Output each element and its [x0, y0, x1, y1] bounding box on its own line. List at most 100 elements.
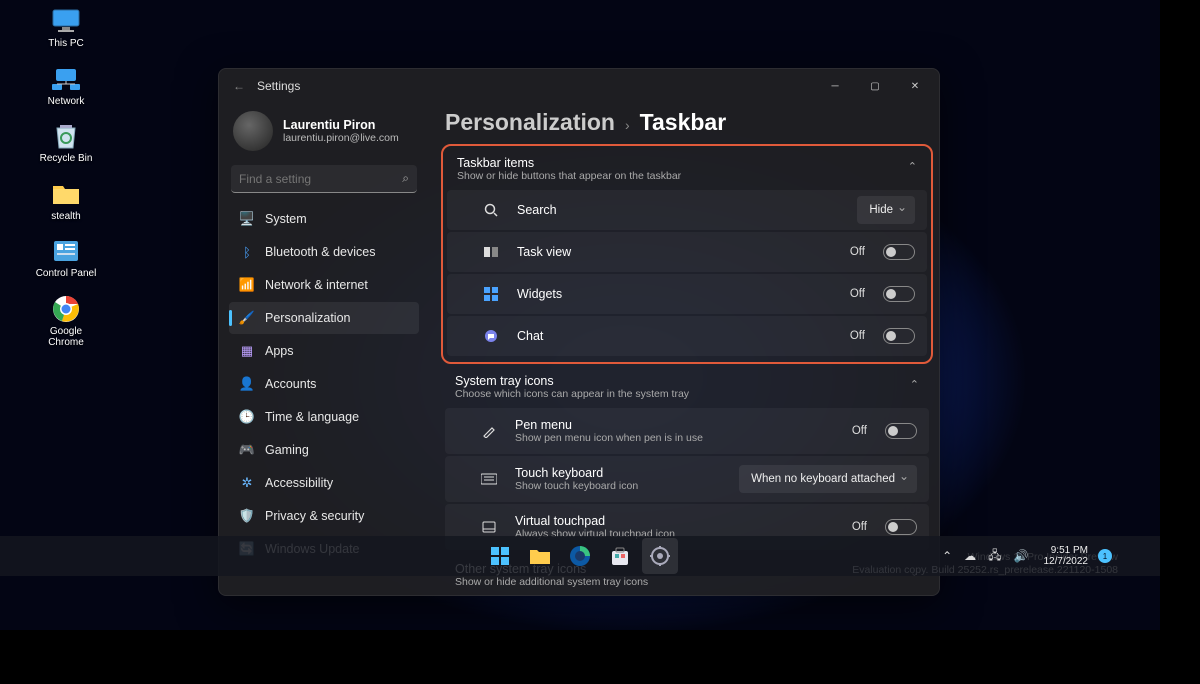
- dropdown[interactable]: When no keyboard attached: [739, 465, 917, 493]
- search-icon: [477, 203, 505, 217]
- setting-row-widgets: WidgetsOff: [447, 274, 927, 314]
- volume-icon[interactable]: 🔊: [1011, 549, 1032, 563]
- desktop-icon-this-pc[interactable]: This PC: [34, 6, 98, 50]
- toggle-switch[interactable]: [883, 244, 915, 260]
- account-email: laurentiu.piron@live.com: [283, 132, 399, 144]
- section-title: Taskbar items: [457, 156, 917, 170]
- touchpad-icon: [475, 521, 503, 533]
- row-title: Virtual touchpad: [515, 514, 840, 528]
- label: Recycle Bin: [40, 153, 93, 165]
- widgets-icon: [477, 287, 505, 301]
- toggle-state: Off: [850, 288, 865, 300]
- section-taskbar-items-header[interactable]: ⌃ Taskbar items Show or hide buttons tha…: [447, 152, 927, 190]
- label: This PC: [48, 38, 84, 50]
- nav-icon: 🎮: [239, 442, 255, 458]
- breadcrumb-current: Taskbar: [640, 109, 727, 136]
- chevron-up-icon: ⌃: [910, 378, 919, 391]
- keyboard-icon: [475, 473, 503, 485]
- monitor-icon: [49, 6, 83, 36]
- search-box[interactable]: ⌕: [231, 165, 417, 193]
- toggle-switch[interactable]: [885, 423, 917, 439]
- window-title: Settings: [257, 79, 300, 93]
- nav-label: Network & internet: [265, 278, 368, 292]
- maximize-button[interactable]: ▢: [855, 72, 895, 100]
- toggle-switch[interactable]: [885, 519, 917, 535]
- nav-item-gaming[interactable]: 🎮 Gaming: [229, 434, 419, 466]
- account-block[interactable]: Laurentiu Piron laurentiu.piron@live.com: [229, 105, 419, 161]
- nav-label: Gaming: [265, 443, 309, 457]
- taskbar-center: [482, 538, 678, 574]
- section-sub: Show or hide buttons that appear on the …: [457, 170, 917, 182]
- nav-item-accessibility[interactable]: ✲ Accessibility: [229, 467, 419, 499]
- account-name: Laurentiu Piron: [283, 118, 399, 132]
- section-sub: Choose which icons can appear in the sys…: [455, 388, 919, 400]
- back-button[interactable]: ←: [233, 79, 257, 93]
- toggle-state: Off: [850, 246, 865, 258]
- nav-item-network-internet[interactable]: 📶 Network & internet: [229, 269, 419, 301]
- avatar: [233, 111, 273, 151]
- toggle-switch[interactable]: [883, 286, 915, 302]
- onedrive-icon[interactable]: ☁: [961, 549, 979, 563]
- pen-icon: [475, 424, 503, 438]
- notification-badge[interactable]: 1: [1098, 549, 1112, 563]
- network-tray-icon[interactable]: 🖧: [985, 546, 1004, 567]
- desktop-icon-stealth[interactable]: stealth: [34, 179, 98, 223]
- system-tray-list: Pen menuShow pen menu icon when pen is i…: [445, 408, 929, 550]
- row-title: Task view: [517, 245, 838, 259]
- taskbar-explorer[interactable]: [522, 538, 558, 574]
- control-panel-icon: [49, 236, 83, 266]
- titlebar: ← Settings ─ ▢ ✕: [219, 69, 939, 103]
- nav-list: 🖥️SystemᛒBluetooth & devices 📶 Network & i…: [229, 203, 419, 565]
- clock[interactable]: 9:51 PM 12/7/2022: [1044, 545, 1089, 568]
- nav-label: Accessibility: [265, 476, 333, 490]
- nav-icon: 📶: [239, 277, 255, 293]
- label: Control Panel: [36, 268, 97, 280]
- label: stealth: [51, 211, 80, 223]
- breadcrumb-parent[interactable]: Personalization: [445, 109, 615, 136]
- chevron-right-icon: ›: [625, 117, 630, 133]
- start-button[interactable]: [482, 538, 518, 574]
- nav-item-time-language[interactable]: 🕒Time & language: [229, 401, 419, 433]
- taskbar-settings[interactable]: [642, 538, 678, 574]
- chrome-icon: [49, 294, 83, 324]
- tray-overflow-icon[interactable]: ⌃: [939, 549, 955, 563]
- taskview-icon: [477, 246, 505, 258]
- row-sub: Show pen menu icon when pen is in use: [515, 432, 840, 444]
- nav-item-bluetooth-devices[interactable]: ᛒBluetooth & devices: [229, 236, 419, 268]
- toggle-switch[interactable]: [883, 328, 915, 344]
- row-sub: Show touch keyboard icon: [515, 480, 727, 492]
- setting-row-task-view: Task view Off: [447, 232, 927, 272]
- nav-item-personalization[interactable]: 🖌️Personalization: [229, 302, 419, 334]
- close-button[interactable]: ✕: [895, 72, 935, 100]
- nav-icon: ✲: [239, 475, 255, 491]
- toggle-state: Off: [850, 330, 865, 342]
- taskbar: ⌃ ☁ 🖧 🔊 9:51 PM 12/7/2022 1: [0, 536, 1160, 576]
- label: Network: [48, 96, 85, 108]
- section-title: System tray icons: [455, 374, 919, 388]
- search-input[interactable]: [239, 172, 402, 186]
- desktop-icon-network[interactable]: Network: [34, 64, 98, 108]
- row-title: Pen menu: [515, 418, 840, 432]
- section-system-tray-header[interactable]: ⌃ System tray icons Choose which icons c…: [445, 370, 929, 408]
- nav-item-apps[interactable]: ▦Apps: [229, 335, 419, 367]
- nav-icon: 🖌️: [239, 310, 255, 326]
- taskbar-store[interactable]: [602, 538, 638, 574]
- nav-item-privacy-security[interactable]: 🛡️Privacy & security: [229, 500, 419, 532]
- chevron-up-icon: ⌃: [908, 160, 917, 173]
- nav-item-accounts[interactable]: 👤Accounts: [229, 368, 419, 400]
- nav-label: Apps: [265, 344, 294, 358]
- nav-item-system[interactable]: 🖥️System: [229, 203, 419, 235]
- dropdown[interactable]: Hide: [857, 196, 915, 224]
- taskbar-items-list: SearchHide Task viewOff WidgetsOff ChatO…: [447, 190, 927, 356]
- desktop-icon-control-panel[interactable]: Control Panel: [34, 236, 98, 280]
- row-title: Touch keyboard: [515, 466, 727, 480]
- minimize-button[interactable]: ─: [815, 72, 855, 100]
- nav-icon: 👤: [239, 376, 255, 392]
- desktop-icon-recycle-bin[interactable]: Recycle Bin: [34, 121, 98, 165]
- toggle-state: Off: [852, 521, 867, 533]
- setting-row-search: SearchHide: [447, 190, 927, 230]
- taskbar-edge[interactable]: [562, 538, 598, 574]
- desktop-icon-chrome[interactable]: Google Chrome: [34, 294, 98, 349]
- clock-time: 9:51 PM: [1044, 545, 1089, 557]
- clock-date: 12/7/2022: [1044, 556, 1089, 568]
